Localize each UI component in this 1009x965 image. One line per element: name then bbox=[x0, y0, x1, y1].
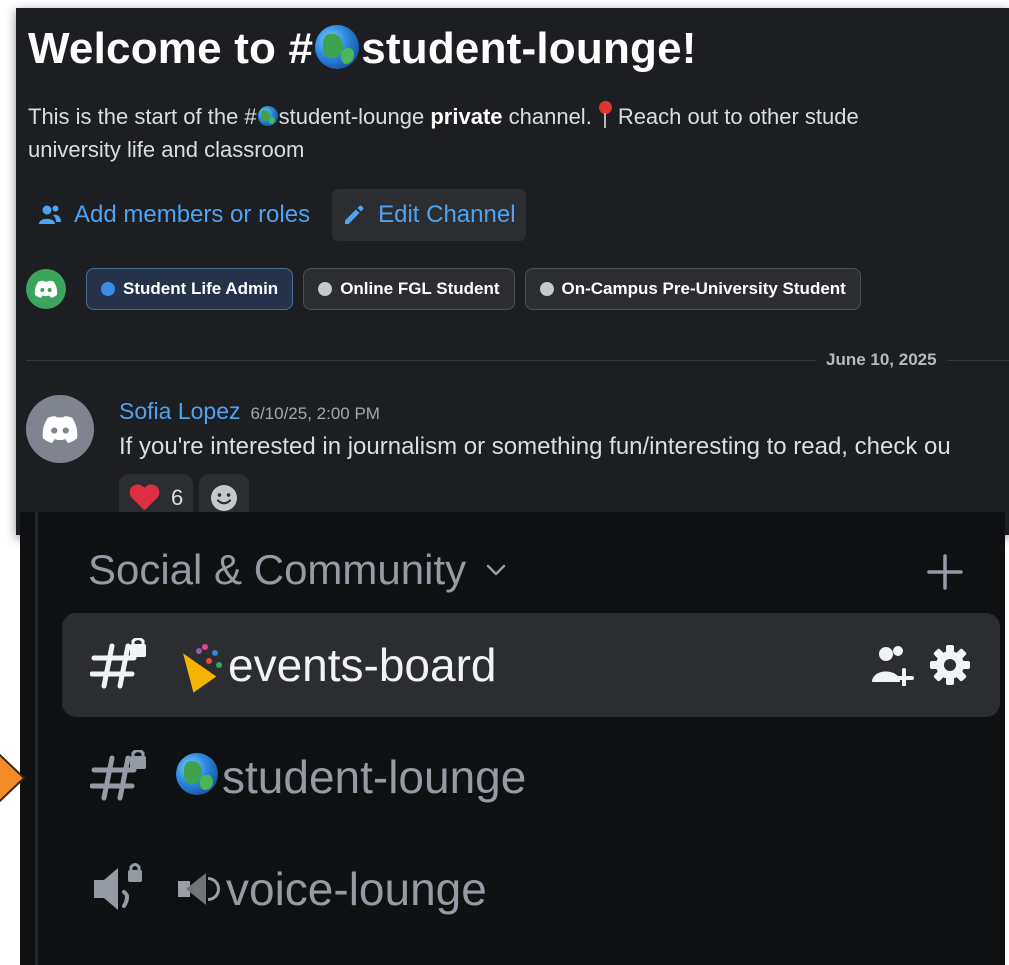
welcome-title-channel: student-lounge! bbox=[361, 24, 697, 73]
role-label: Student Life Admin bbox=[123, 279, 279, 298]
channel-name-text: events-board bbox=[228, 639, 497, 691]
globe-emoji-icon bbox=[315, 25, 360, 70]
welcome-title: Welcome to # student-lounge! bbox=[28, 24, 697, 74]
chevron-down-icon bbox=[486, 564, 506, 576]
locked-voice-channel-icon bbox=[90, 862, 154, 916]
smiley-icon bbox=[211, 485, 238, 511]
message-header: Sofia Lopez 6/10/25, 2:00 PM bbox=[119, 398, 380, 425]
role-pill-online-fgl-student[interactable]: Online FGL Student bbox=[303, 268, 515, 310]
channel-row-actions bbox=[856, 643, 972, 687]
invite-members-icon[interactable] bbox=[870, 644, 914, 686]
role-label: Online FGL Student bbox=[340, 279, 500, 298]
message-author-avatar[interactable] bbox=[26, 395, 94, 463]
category-header[interactable]: Social & Community bbox=[88, 546, 506, 594]
pencil-icon bbox=[345, 205, 364, 224]
welcome-title-prefix: Welcome to # bbox=[28, 24, 314, 73]
locked-text-channel-icon bbox=[90, 638, 154, 692]
role-color-dot bbox=[101, 282, 115, 296]
role-pill-student-life-admin[interactable]: Student Life Admin bbox=[86, 268, 294, 310]
globe-emoji-icon bbox=[257, 106, 278, 127]
channel-name-text: voice-lounge bbox=[226, 863, 487, 915]
message-text: If you're interested in journalism or so… bbox=[119, 433, 951, 460]
category-label: Social & Community bbox=[88, 546, 467, 593]
discord-logo-icon bbox=[34, 280, 58, 298]
party-popper-emoji-icon bbox=[176, 642, 226, 688]
add-members-button[interactable]: Add members or roles bbox=[28, 189, 320, 241]
channel-name: student-lounge bbox=[176, 750, 526, 804]
edit-channel-label: Edit Channel bbox=[378, 201, 516, 228]
channel-item-events-board[interactable]: events-board bbox=[62, 613, 1000, 717]
channel-item-voice-lounge[interactable]: voice-lounge bbox=[62, 837, 1000, 941]
intro-tail: Reach out to other stude bbox=[617, 104, 859, 129]
orange-arrow-pointer-icon bbox=[0, 753, 26, 803]
role-color-dot bbox=[539, 282, 554, 296]
channel-name: voice-lounge bbox=[176, 862, 487, 916]
locked-text-channel-icon bbox=[90, 750, 154, 804]
channel-name: events-board bbox=[176, 638, 497, 692]
channel-intro-panel: Welcome to # student-lounge! This is the … bbox=[16, 8, 1009, 535]
channel-roles-row: Student Life Admin Online FGL Student On… bbox=[26, 268, 871, 310]
speaker-emoji-icon bbox=[176, 869, 222, 909]
intro-channel-name: student-lounge bbox=[278, 104, 425, 129]
edit-channel-button[interactable]: Edit Channel bbox=[332, 189, 526, 241]
add-channel-plus-icon[interactable] bbox=[925, 552, 965, 592]
heart-emoji-icon bbox=[129, 485, 159, 511]
channel-item-student-lounge[interactable]: student-lounge bbox=[62, 725, 1000, 829]
channel-name-text: student-lounge bbox=[222, 751, 527, 803]
sidebar-divider bbox=[35, 512, 38, 965]
globe-emoji-icon bbox=[176, 753, 218, 795]
role-color-dot bbox=[318, 282, 333, 296]
channel-actions: Add members or roles Edit Channel bbox=[28, 188, 526, 242]
add-members-icon bbox=[39, 205, 61, 224]
role-pill-on-campus-pre-university-student[interactable]: On-Campus Pre-University Student bbox=[524, 268, 861, 310]
message-author-name[interactable]: Sofia Lopez bbox=[119, 398, 240, 424]
role-label: On-Campus Pre-University Student bbox=[561, 279, 846, 298]
message-timestamp: 6/10/25, 2:00 PM bbox=[250, 404, 380, 423]
intro-mid: channel. bbox=[502, 104, 592, 129]
gear-icon[interactable] bbox=[928, 643, 972, 687]
intro-line-2: university life and classroom bbox=[28, 137, 305, 162]
intro-private-word: private bbox=[430, 104, 503, 129]
pushpin-emoji-icon bbox=[598, 101, 612, 129]
channel-intro-text: This is the start of the # student-lounge… bbox=[28, 100, 1009, 166]
reaction-count: 6 bbox=[171, 485, 184, 510]
channel-sidebar-panel: Social & Community events-board student-… bbox=[20, 512, 1005, 965]
add-members-label: Add members or roles bbox=[74, 201, 311, 228]
discord-bot-avatar[interactable] bbox=[26, 269, 66, 309]
intro-prefix: This is the start of the # bbox=[28, 104, 257, 129]
date-divider-label: June 10, 2025 bbox=[816, 350, 947, 370]
discord-logo-icon bbox=[42, 416, 78, 443]
